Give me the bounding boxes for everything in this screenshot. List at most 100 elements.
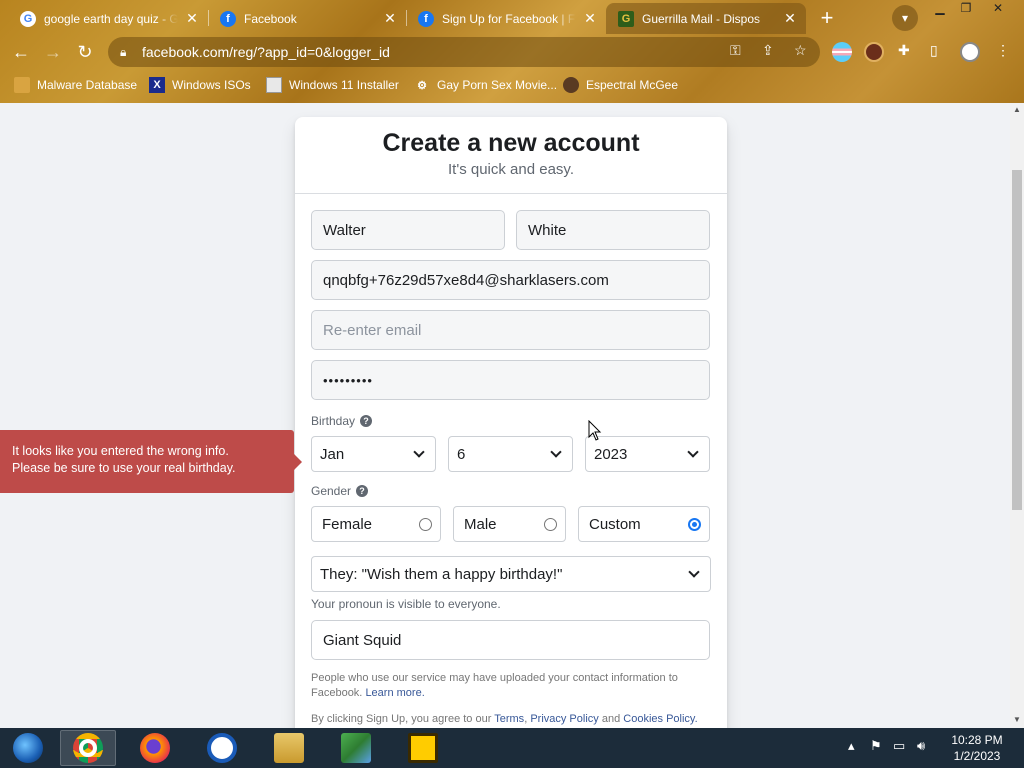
help-icon[interactable]: ?	[356, 485, 369, 497]
minimize-icon[interactable]: ▁	[926, 0, 954, 18]
back-button[interactable]: ←	[8, 39, 34, 65]
guerrilla-mail-icon: G	[618, 10, 634, 27]
radio-button-selected[interactable]	[688, 517, 701, 531]
scroll-thumb[interactable]	[1012, 170, 1022, 510]
windows-taskbar: ▴ ⚑ ▭ 🔊︎ 10:28 PM 1/2/2023	[0, 728, 1024, 768]
browser-toolbar: ← → ↻ 🔒︎ facebook.com/reg/?app_id=0&logg…	[0, 34, 1024, 70]
bookmark-label: Malware Database	[37, 78, 138, 92]
password-field[interactable]: •••••••••	[311, 360, 710, 400]
terms-prefix-text: By clicking Sign Up, you agree to our	[311, 713, 492, 725]
birthday-year-select[interactable]: 2023	[585, 436, 710, 472]
gender-label-text: Gender	[311, 484, 352, 498]
taskbar-network[interactable]	[328, 730, 384, 766]
taskbar-firefox[interactable]	[127, 730, 183, 766]
extension-avatar-icon[interactable]	[864, 42, 884, 62]
tray-expand-icon[interactable]: ▴	[848, 738, 855, 754]
first-name-field[interactable]: Walter	[311, 210, 505, 250]
tab-search-button[interactable]: ▾	[892, 5, 918, 31]
url-text[interactable]: facebook.com/reg/?app_id=0&logger_id	[142, 44, 390, 60]
close-icon[interactable]: ✕	[582, 10, 598, 27]
volume-icon[interactable]: 🔊︎	[917, 738, 925, 754]
window-close-icon[interactable]: ✕	[984, 0, 1012, 18]
help-icon[interactable]: ?	[360, 415, 373, 427]
tab-title: google earth day quiz - Goo	[44, 11, 178, 26]
bookmark-espectral-mcgee[interactable]: Espectral McGee	[563, 76, 678, 94]
scroll-down-icon[interactable]: ▼	[1013, 716, 1021, 724]
bookmark-windows-isos[interactable]: X Windows ISOs	[149, 76, 251, 94]
profile-icon[interactable]	[960, 42, 980, 62]
tab-facebook[interactable]: f Facebook ✕	[208, 3, 406, 34]
chevron-down-icon	[688, 566, 700, 578]
start-button[interactable]	[0, 730, 56, 766]
gender-option-custom[interactable]: Custom	[578, 506, 710, 542]
reload-button[interactable]: ↻	[72, 39, 98, 65]
bookmark-label: Windows 11 Installer	[289, 78, 399, 92]
extensions-puzzle-icon[interactable]: ✚	[898, 42, 910, 59]
tab-title: Facebook	[244, 11, 297, 26]
side-panel-icon[interactable]: ▯	[930, 42, 938, 59]
close-icon[interactable]: ✕	[782, 10, 798, 27]
restore-icon[interactable]: ❐	[952, 0, 980, 18]
taskbar-dreamweaver[interactable]	[395, 730, 451, 766]
opera-icon	[207, 733, 237, 763]
gender-option-male[interactable]: Male	[453, 506, 566, 542]
action-center-flag-icon[interactable]: ⚑	[870, 738, 882, 754]
system-clock[interactable]: 10:28 PM 1/2/2023	[944, 732, 1010, 764]
forward-button[interactable]: →	[40, 39, 66, 65]
folder-icon	[14, 77, 30, 93]
gender-option-female[interactable]: Female	[311, 506, 441, 542]
pronoun-select[interactable]: They: "Wish them a happy birthday!"	[311, 556, 711, 592]
tab-title: Sign Up for Facebook | Fa	[442, 11, 576, 26]
cookies-policy-link[interactable]: Cookies Policy.	[623, 713, 697, 725]
clock-time: 10:28 PM	[951, 733, 1003, 747]
birthday-month-select[interactable]: Jan	[311, 436, 436, 472]
bookmark-label: Gay Porn Sex Movie...	[437, 78, 558, 92]
taskbar-file-explorer[interactable]	[261, 730, 317, 766]
bookmark-movie[interactable]: ⚙ Gay Porn Sex Movie...	[414, 76, 557, 94]
key-icon[interactable]: ⚿	[730, 42, 741, 59]
bookmark-windows-11-installer[interactable]: Windows 11 Installer	[266, 76, 399, 94]
bookmark-malware-database[interactable]: Malware Database	[14, 76, 137, 94]
tab-facebook-signup[interactable]: f Sign Up for Facebook | Fa ✕	[406, 3, 606, 34]
share-icon[interactable]: ⇪	[762, 42, 774, 59]
page-scrollbar[interactable]: ▲ ▼	[1010, 103, 1024, 728]
tab-strip: G google earth day quiz - Goo ✕ f Facebo…	[0, 0, 1024, 34]
dreamweaver-icon	[408, 733, 438, 763]
custom-gender-field[interactable]: Giant Squid	[311, 620, 710, 660]
network-tray-icon[interactable]: ▭	[893, 738, 905, 754]
reenter-email-field[interactable]: Re-enter email	[311, 310, 710, 350]
tab-google-earth-quiz[interactable]: G google earth day quiz - Goo ✕	[8, 3, 208, 34]
signup-card: Create a new account It's quick and easy…	[295, 117, 727, 728]
taskbar-chrome[interactable]	[60, 730, 116, 766]
scroll-up-icon[interactable]: ▲	[1013, 106, 1021, 114]
bookmark-star-icon[interactable]: ☆	[794, 42, 807, 59]
tab-guerrilla-mail[interactable]: G Guerrilla Mail - Dispos ✕	[606, 3, 806, 34]
birthday-day-select[interactable]: 6	[448, 436, 573, 472]
radio-button[interactable]	[419, 517, 432, 531]
taskbar-opera[interactable]	[194, 730, 250, 766]
firefox-icon	[140, 733, 170, 763]
learn-more-link[interactable]: Learn more.	[365, 687, 424, 699]
email-value: qnqbfg+76z29d57xe8d4@sharklasers.com	[323, 271, 609, 289]
address-bar[interactable]: 🔒︎ facebook.com/reg/?app_id=0&logger_id	[108, 37, 820, 67]
radio-button[interactable]	[544, 517, 557, 531]
gender-option-label: Female	[322, 515, 373, 533]
extension-flag-icon[interactable]	[832, 42, 852, 62]
birthday-month-value: Jan	[320, 445, 345, 463]
gender-label: Gender ?	[311, 484, 369, 498]
privacy-policy-link[interactable]: Privacy Policy	[530, 713, 598, 725]
email-field[interactable]: qnqbfg+76z29d57xe8d4@sharklasers.com	[311, 260, 710, 300]
new-tab-button[interactable]: +	[815, 7, 839, 31]
clock-date: 1/2/2023	[953, 749, 1001, 763]
close-icon[interactable]: ✕	[184, 10, 200, 27]
birthday-day-value: 6	[457, 445, 466, 463]
terms-notice: By clicking Sign Up, you agree to our Te…	[311, 713, 698, 725]
and-text: and	[601, 713, 621, 725]
password-value: •••••••••	[323, 372, 373, 388]
chevron-down-icon	[687, 446, 699, 458]
terms-link[interactable]: Terms	[494, 713, 524, 725]
close-icon[interactable]: ✕	[382, 10, 398, 27]
last-name-field[interactable]: White	[516, 210, 710, 250]
menu-kebab-icon[interactable]: ⋮	[996, 42, 1010, 59]
birthday-year-value: 2023	[594, 445, 628, 463]
